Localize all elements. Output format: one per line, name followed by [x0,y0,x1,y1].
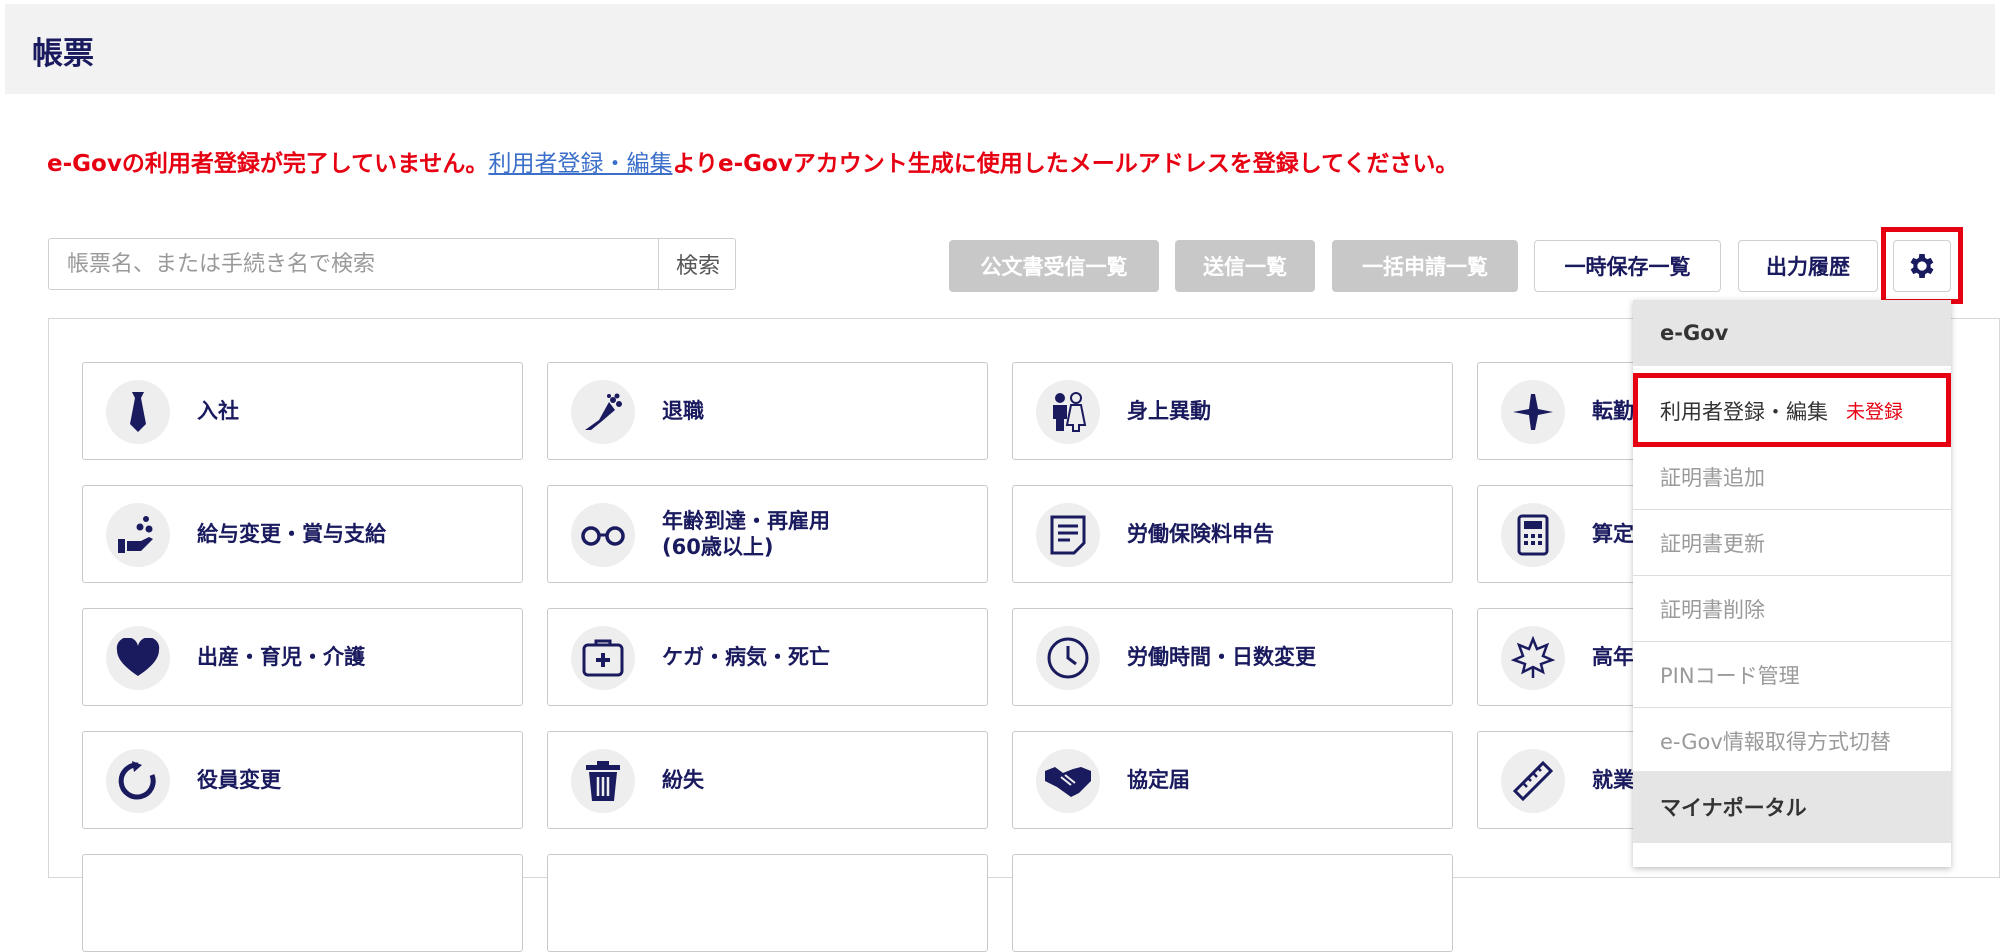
page-title: 帳票 [32,36,94,72]
couple-icon [1036,380,1100,444]
page-header: 帳票 [5,4,1995,94]
clock-icon [1036,626,1100,690]
warning-suffix: よりe-Govアカウント生成に使用したメールアドレスを登録してください。 [672,151,1459,177]
document-icon [1036,503,1100,567]
search-box: 検索 [48,238,736,290]
output-history-button[interactable]: 出力履歴 [1738,240,1878,292]
heart-icon [106,626,170,690]
card-personal-change[interactable]: 身上異動 [1012,362,1453,460]
card-agreement[interactable]: 協定届 [1012,731,1453,829]
public-document-list-button[interactable]: 公文書受信一覧 [949,240,1159,292]
airplane-icon [1501,380,1565,444]
menu-item-egov-method-switch[interactable]: e-Gov情報取得方式切替 [1633,708,1951,774]
search-button[interactable]: 検索 [658,239,737,289]
card-partial-2[interactable] [547,854,988,952]
bouquet-icon [571,380,635,444]
settings-button[interactable] [1893,240,1951,292]
menu-section-myna-portal: マイナポータル [1633,771,1951,843]
necktie-icon [106,380,170,444]
sent-list-button[interactable]: 送信一覧 [1175,240,1315,292]
menu-section-egov: e-Gov [1633,300,1951,366]
trash-icon [571,749,635,813]
card-partial-1[interactable] [82,854,523,952]
bulk-application-list-button[interactable]: 一括申請一覧 [1332,240,1518,292]
card-age-reemployment[interactable]: 年齢到達・再雇用 (60歳以上) [547,485,988,583]
card-lost[interactable]: 紛失 [547,731,988,829]
card-joining[interactable]: 入社 [82,362,523,460]
hand-coins-icon [106,503,170,567]
card-injury-illness[interactable]: ケガ・病気・死亡 [547,608,988,706]
registration-warning: e-Govの利用者登録が完了していません。利用者登録・編集よりe-Govアカウン… [47,144,1458,178]
calculator-icon [1501,503,1565,567]
card-salary-change[interactable]: 給与変更・賞与支給 [82,485,523,583]
medical-kit-icon [571,626,635,690]
warning-prefix: e-Govの利用者登録が完了していません。 [47,151,489,177]
temporary-save-list-button[interactable]: 一時保存一覧 [1534,240,1721,292]
card-partial-3[interactable] [1012,854,1453,952]
card-retirement[interactable]: 退職 [547,362,988,460]
search-input[interactable] [49,239,658,289]
refresh-icon [106,749,170,813]
card-childcare[interactable]: 出産・育児・介護 [82,608,523,706]
user-registration-link[interactable]: 利用者登録・編集 [488,151,672,177]
settings-menu: e-Gov 利用者登録・編集 未登録 証明書追加 証明書更新 証明書削除 PIN… [1633,300,1951,867]
menu-item-add-certificate[interactable]: 証明書追加 [1633,444,1951,510]
menu-item-update-certificate[interactable]: 証明書更新 [1633,510,1951,576]
menu-item-delete-certificate[interactable]: 証明書削除 [1633,576,1951,642]
card-working-hours[interactable]: 労働時間・日数変更 [1012,608,1453,706]
card-labor-insurance[interactable]: 労働保険料申告 [1012,485,1453,583]
gear-icon [1910,254,1934,278]
handshake-icon [1036,749,1100,813]
menu-item-user-registration[interactable]: 利用者登録・編集 未登録 [1633,378,1951,444]
ruler-icon [1501,749,1565,813]
unregistered-badge: 未登録 [1846,401,1904,423]
menu-item-pin-management[interactable]: PINコード管理 [1633,642,1951,708]
maple-leaf-icon [1501,626,1565,690]
glasses-icon [571,503,635,567]
card-officer-change[interactable]: 役員変更 [82,731,523,829]
